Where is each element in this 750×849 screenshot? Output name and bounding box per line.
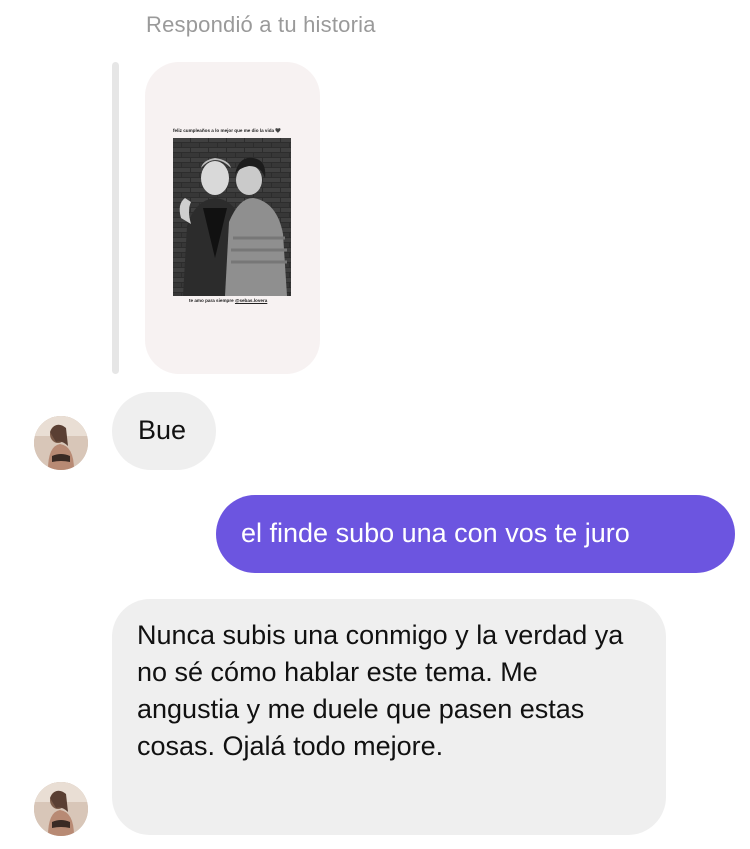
message-bubble-outgoing[interactable]: el finde subo una con vos te juro	[216, 495, 735, 573]
story-preview[interactable]: feliz cumpleaños a lo mejor que me dio l…	[145, 62, 320, 374]
story-caption-bottom-text: te amo para siempre	[189, 298, 235, 303]
message-bubble-incoming[interactable]: Nunca subis una conmigo y la verdad ya n…	[112, 599, 666, 835]
story-caption-mention[interactable]: @sebas.lovera	[235, 298, 267, 303]
contact-avatar[interactable]	[34, 416, 88, 470]
reply-context-label: Respondió a tu historia	[146, 12, 376, 37]
avatar-photo	[34, 782, 88, 836]
story-caption-bottom: te amo para siempre @sebas.lovera	[189, 298, 267, 303]
message-bubble-incoming[interactable]: Bue	[112, 392, 216, 470]
story-photo	[173, 138, 291, 296]
contact-avatar[interactable]	[34, 782, 88, 836]
story-photo-graphic	[173, 138, 291, 296]
reply-quote-bar	[112, 62, 119, 374]
avatar-photo	[34, 416, 88, 470]
story-caption-top: feliz cumpleaños a lo mejor que me dio l…	[173, 128, 282, 133]
